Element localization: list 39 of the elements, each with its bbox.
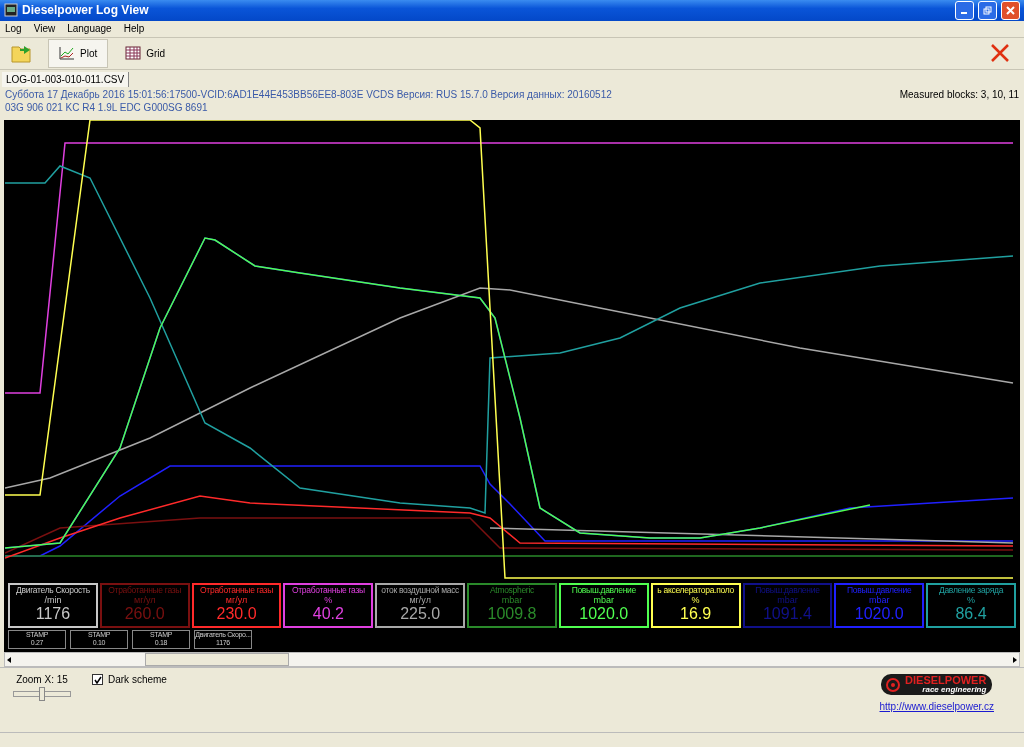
chart-icon — [59, 46, 75, 61]
gauge-card: Отработанные газы мг/ул 260.0 — [99, 582, 190, 628]
file-tab[interactable]: LOG-01-003-010-011.CSV — [2, 71, 130, 87]
gauge-card: Отработанные газы % 40.2 — [283, 582, 374, 628]
zoom-label: Zoom X: 15 — [16, 674, 68, 686]
close-icon — [1006, 6, 1015, 15]
gauge-card: Давление заряда % 86.4 — [926, 582, 1016, 628]
menu-item[interactable]: Log — [5, 23, 22, 35]
grid-icon — [125, 46, 142, 61]
app-icon — [4, 3, 18, 18]
close-button[interactable] — [1001, 1, 1020, 20]
menu-item[interactable]: Help — [123, 23, 145, 35]
gauge-card: Atmospheric mbar 1009.8 — [467, 582, 557, 628]
restore-button[interactable] — [978, 1, 997, 20]
close-icon[interactable] — [990, 43, 1010, 64]
restore-icon — [983, 6, 992, 15]
minimize-button[interactable] — [955, 1, 974, 20]
ecu-info: 03G 906 021 KC R4 1.9L EDC G000SG 8691 — [5, 101, 209, 113]
dark-scheme-checkbox[interactable] — [92, 674, 103, 686]
gauge-card: Двигатель Скорость /min 1176 — [8, 582, 98, 628]
scroll-right-icon[interactable] — [1011, 655, 1019, 664]
menu-item[interactable]: Language — [67, 23, 112, 35]
horizontal-scrollbar[interactable] — [4, 652, 1020, 668]
company-logo: DIESELPOWER race engineering — [881, 674, 993, 696]
gauge-card: оток воздушной масс мг/ул 225.0 — [375, 582, 466, 628]
gauge-card: ь акселератора.поло % 16.9 — [650, 582, 741, 628]
scroll-left-icon[interactable] — [5, 655, 13, 664]
measured-blocks: Measured blocks: 3, 10, 11 — [899, 88, 1019, 118]
menu-item[interactable]: View — [33, 23, 56, 35]
toolbar-tab[interactable]: Grid — [114, 38, 177, 68]
toolbar-tab[interactable]: Plot — [48, 38, 109, 68]
gauge-card: Повыш.давление mbar 1020.0 — [834, 582, 925, 628]
website-link[interactable]: http://www.dieselpower.cz — [879, 701, 994, 713]
window-title: Dieselpower Log View — [22, 3, 150, 18]
gauge-card: Повыш.давление mbar 1091.4 — [742, 582, 833, 628]
dark-scheme-label: Dark scheme — [108, 674, 167, 686]
gauge-card: Повыш.давление mbar 1020.0 — [558, 582, 649, 628]
log-info: Суббота 17 Декабрь 2016 15:01:56:17500-VCID:6AD1E44E453BB56EE8-803E VCDS Версия: RUS 15.7.0 Версия данных: 20160512 — [5, 88, 612, 100]
gauge-card: Отработанные газы мг/ул 230.0 — [191, 582, 282, 628]
